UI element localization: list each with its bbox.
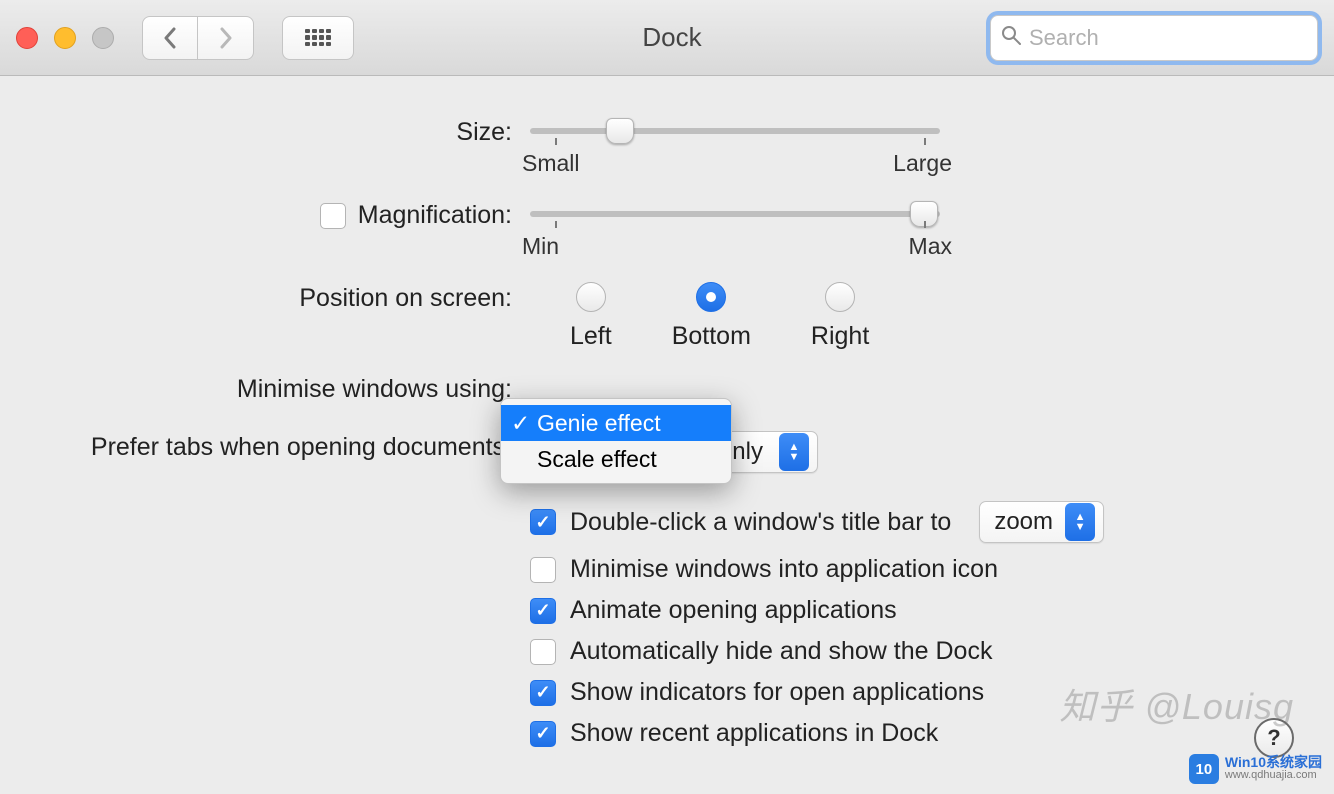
auto-hide-label: Automatically hide and show the Dock — [570, 637, 992, 666]
prefer-tabs-label: Prefer tabs when opening documents: — [0, 431, 512, 462]
minimise-into-app-checkbox[interactable] — [530, 557, 556, 583]
size-slider[interactable]: Small Large — [530, 128, 940, 177]
chevron-left-icon — [163, 27, 177, 49]
animate-opening-checkbox[interactable]: ✓ — [530, 598, 556, 624]
magnification-min-label: Min — [522, 233, 559, 260]
close-button[interactable] — [16, 27, 38, 49]
grid-icon — [305, 29, 331, 47]
search-field[interactable] — [990, 15, 1318, 61]
magnification-slider[interactable]: Min Max — [530, 211, 940, 260]
up-down-chevron-icon: ▲▼ — [1065, 503, 1095, 541]
maximize-button[interactable] — [92, 27, 114, 49]
dropdown-item-scale[interactable]: Scale effect — [501, 441, 731, 477]
window-controls — [16, 27, 128, 49]
magnification-max-label: Max — [909, 233, 952, 260]
dropdown-item-label: Scale effect — [537, 446, 657, 473]
help-button[interactable]: ? — [1254, 718, 1294, 758]
up-down-chevron-icon: ▲▼ — [779, 433, 809, 471]
double-click-label: Double-click a window's title bar to — [570, 508, 951, 537]
chevron-right-icon — [219, 27, 233, 49]
position-bottom-label: Bottom — [672, 322, 751, 351]
back-button[interactable] — [142, 16, 198, 60]
dropdown-item-label: Genie effect — [537, 410, 661, 437]
minimize-effect-label: Minimise windows using: — [0, 373, 512, 404]
minimize-button[interactable] — [54, 27, 76, 49]
search-icon — [1001, 25, 1021, 51]
minimise-into-app-label: Minimise windows into application icon — [570, 555, 998, 584]
show-all-button[interactable] — [282, 16, 354, 60]
auto-hide-checkbox[interactable] — [530, 639, 556, 665]
show-indicators-label: Show indicators for open applications — [570, 678, 984, 707]
show-indicators-checkbox[interactable]: ✓ — [530, 680, 556, 706]
double-click-checkbox[interactable]: ✓ — [530, 509, 556, 535]
position-radio-group: Left Bottom Right — [530, 282, 1334, 351]
toolbar: Dock — [0, 0, 1334, 76]
position-bottom-radio[interactable] — [696, 282, 726, 312]
check-icon: ✓ — [511, 410, 529, 437]
animate-opening-label: Animate opening applications — [570, 596, 897, 625]
show-recent-checkbox[interactable]: ✓ — [530, 721, 556, 747]
nav-buttons — [142, 16, 254, 60]
double-click-action-value: zoom — [994, 508, 1053, 536]
position-left-radio[interactable] — [576, 282, 606, 312]
forward-button[interactable] — [198, 16, 254, 60]
window-title: Dock — [368, 22, 976, 53]
site-url: www.qdhuajia.com — [1225, 769, 1322, 782]
search-input[interactable] — [1029, 25, 1317, 51]
position-right-radio[interactable] — [825, 282, 855, 312]
position-label: Position on screen: — [0, 282, 512, 313]
position-left-label: Left — [570, 322, 612, 351]
minimize-effect-dropdown: ✓ Genie effect Scale effect — [500, 398, 732, 484]
site-watermark: 10 Win10系统家园 www.qdhuajia.com — [1189, 754, 1322, 784]
show-recent-label: Show recent applications in Dock — [570, 719, 938, 748]
site-badge-icon: 10 — [1189, 754, 1219, 784]
size-label: Size: — [0, 116, 512, 147]
double-click-action-select[interactable]: zoom ▲▼ — [979, 501, 1104, 543]
size-min-label: Small — [522, 150, 580, 177]
dropdown-item-genie[interactable]: ✓ Genie effect — [501, 405, 731, 441]
position-right-label: Right — [811, 322, 869, 351]
magnification-label: Magnification: — [358, 201, 512, 230]
magnification-checkbox[interactable] — [320, 203, 346, 229]
size-max-label: Large — [893, 150, 952, 177]
